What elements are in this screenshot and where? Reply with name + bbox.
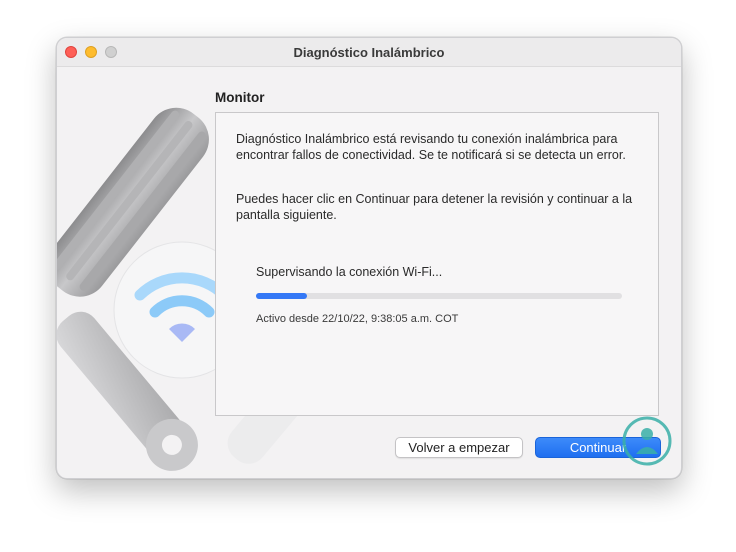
window-controls [65,46,117,58]
status-text: Supervisando la conexión Wi-Fi... [256,265,443,279]
progress-fill [256,293,308,299]
restart-button[interactable]: Volver a empezar [395,437,523,458]
title-bar[interactable]: Diagnóstico Inalámbrico [57,38,681,67]
continue-hint-text: Puedes hacer clic en Continuar para dete… [236,192,633,222]
progress-bar [256,293,622,299]
active-since-text: Activo desde 22/10/22, 9:38:05 a.m. COT [256,313,459,325]
window-title: Diagnóstico Inalámbrico [293,44,445,60]
zoom-icon[interactable] [105,46,117,58]
description-text: Diagnóstico Inalámbrico está revisando t… [236,132,626,162]
monitor-panel: Diagnóstico Inalámbrico está revisando t… [215,112,659,416]
app-window: Diagnóstico Inalámbrico Monitor Diagnóst… [56,37,682,479]
close-icon[interactable] [65,46,77,58]
watermark-logo-icon [622,416,672,466]
section-title: Monitor [215,90,265,105]
minimize-icon[interactable] [85,46,97,58]
